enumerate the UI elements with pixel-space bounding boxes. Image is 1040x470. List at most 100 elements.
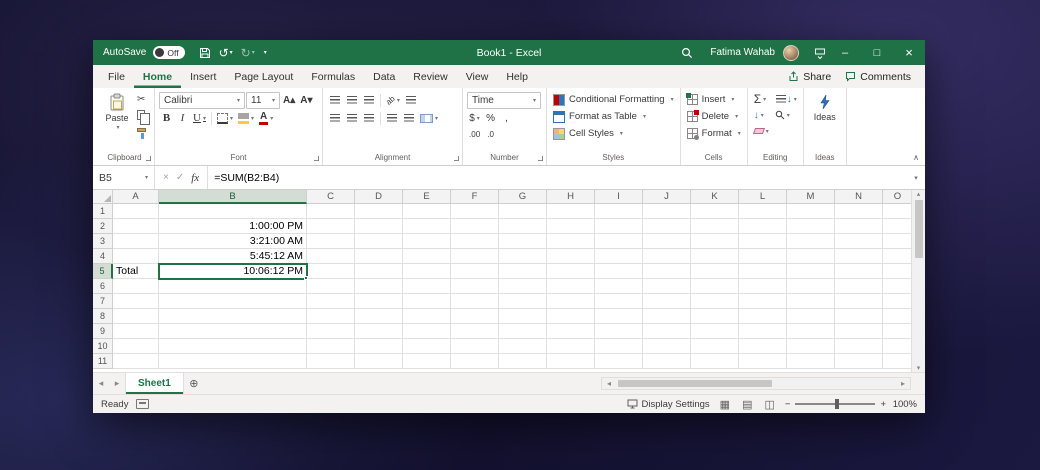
- undo-button[interactable]: ↺ ▾: [216, 46, 236, 60]
- delete-cells-button[interactable]: Delete: [685, 108, 740, 125]
- cell-A1[interactable]: [113, 204, 159, 219]
- tab-file[interactable]: File: [99, 65, 134, 88]
- scroll-left-icon[interactable]: ◂: [602, 379, 616, 388]
- cell-K4[interactable]: [691, 249, 739, 264]
- increase-decimal-button[interactable]: .00: [467, 126, 482, 142]
- cell-D3[interactable]: [355, 234, 403, 249]
- cell-E8[interactable]: [403, 309, 451, 324]
- cell-L10[interactable]: [739, 339, 787, 354]
- bottom-align-button[interactable]: [361, 92, 377, 108]
- column-header-D[interactable]: D: [355, 190, 403, 204]
- font-size-select[interactable]: 11: [246, 91, 281, 109]
- cell-I1[interactable]: [595, 204, 643, 219]
- cell-M11[interactable]: [787, 354, 835, 369]
- row-header-11[interactable]: 11: [93, 354, 113, 369]
- cell-K7[interactable]: [691, 294, 739, 309]
- font-dialog-launcher[interactable]: [314, 156, 320, 161]
- cell-O9[interactable]: [883, 324, 911, 339]
- comma-style-button[interactable]: ,: [499, 110, 514, 126]
- cell-O6[interactable]: [883, 279, 911, 294]
- cell-O11[interactable]: [883, 354, 911, 369]
- cell-C8[interactable]: [307, 309, 355, 324]
- cell-K8[interactable]: [691, 309, 739, 324]
- cell-G6[interactable]: [499, 279, 547, 294]
- enter-icon[interactable]: ✓: [176, 172, 184, 183]
- cell-C5[interactable]: [307, 264, 355, 279]
- horizontal-scrollbar[interactable]: ◂ ▸: [601, 377, 911, 390]
- borders-button[interactable]: [215, 110, 235, 126]
- column-header-G[interactable]: G: [499, 190, 547, 204]
- ribbon-display-options-button[interactable]: [811, 47, 829, 59]
- cell-I10[interactable]: [595, 339, 643, 354]
- row-header-7[interactable]: 7: [93, 294, 113, 309]
- zoom-out-button[interactable]: −: [785, 399, 791, 410]
- cell-M2[interactable]: [787, 219, 835, 234]
- cell-L8[interactable]: [739, 309, 787, 324]
- cell-E11[interactable]: [403, 354, 451, 369]
- scroll-down-icon[interactable]: ▾: [917, 364, 921, 372]
- cell-G9[interactable]: [499, 324, 547, 339]
- customize-quick-access-button[interactable]: ▾: [260, 49, 270, 56]
- cell-I5[interactable]: [595, 264, 643, 279]
- cell-J1[interactable]: [643, 204, 691, 219]
- row-header-2[interactable]: 2: [93, 219, 113, 234]
- cell-N8[interactable]: [835, 309, 883, 324]
- search-button[interactable]: [678, 47, 696, 59]
- column-header-H[interactable]: H: [547, 190, 595, 204]
- zoom-slider[interactable]: [795, 399, 876, 409]
- cell-K1[interactable]: [691, 204, 739, 219]
- percent-style-button[interactable]: %: [483, 110, 498, 126]
- cell-B8[interactable]: [159, 309, 307, 324]
- cell-C10[interactable]: [307, 339, 355, 354]
- sheet-nav-right-button[interactable]: ▸: [109, 373, 125, 394]
- wrap-text-button[interactable]: [403, 92, 419, 108]
- tab-help[interactable]: Help: [497, 65, 537, 88]
- column-header-N[interactable]: N: [835, 190, 883, 204]
- orientation-button[interactable]: ab: [384, 92, 402, 108]
- cell-F5[interactable]: [451, 264, 499, 279]
- cell-H11[interactable]: [547, 354, 595, 369]
- decrease-font-size-button[interactable]: A▾: [298, 92, 314, 108]
- align-left-button[interactable]: [327, 110, 343, 126]
- user-name[interactable]: Fatima Wahab: [710, 47, 775, 58]
- cell-I8[interactable]: [595, 309, 643, 324]
- close-button[interactable]: ×: [893, 40, 925, 65]
- cell-D8[interactable]: [355, 309, 403, 324]
- cell-L4[interactable]: [739, 249, 787, 264]
- cell-M9[interactable]: [787, 324, 835, 339]
- cell-J2[interactable]: [643, 219, 691, 234]
- cell-D11[interactable]: [355, 354, 403, 369]
- cell-O7[interactable]: [883, 294, 911, 309]
- cell-E4[interactable]: [403, 249, 451, 264]
- row-header-4[interactable]: 4: [93, 249, 113, 264]
- increase-font-size-button[interactable]: A▴: [281, 92, 297, 108]
- cell-B1[interactable]: [159, 204, 307, 219]
- cell-L6[interactable]: [739, 279, 787, 294]
- alignment-dialog-launcher[interactable]: [454, 156, 460, 161]
- merge-center-button[interactable]: [418, 110, 440, 126]
- cell-D6[interactable]: [355, 279, 403, 294]
- cell-G4[interactable]: [499, 249, 547, 264]
- cell-B3[interactable]: 3:21:00 AM: [159, 234, 307, 249]
- cell-B7[interactable]: [159, 294, 307, 309]
- tab-view[interactable]: View: [457, 65, 498, 88]
- row-header-8[interactable]: 8: [93, 309, 113, 324]
- cell-M6[interactable]: [787, 279, 835, 294]
- number-dialog-launcher[interactable]: [538, 156, 544, 161]
- horizontal-scrollbar-track[interactable]: [616, 378, 896, 389]
- cell-J5[interactable]: [643, 264, 691, 279]
- ideas-button[interactable]: Ideas: [808, 91, 842, 122]
- column-header-B[interactable]: B: [159, 190, 307, 204]
- cell-C7[interactable]: [307, 294, 355, 309]
- decrease-decimal-button[interactable]: .0: [483, 126, 498, 142]
- cut-button[interactable]: ✂: [137, 93, 150, 106]
- cell-O2[interactable]: [883, 219, 911, 234]
- cell-K9[interactable]: [691, 324, 739, 339]
- comments-button[interactable]: Comments: [845, 71, 911, 83]
- cell-G10[interactable]: [499, 339, 547, 354]
- cell-F8[interactable]: [451, 309, 499, 324]
- cell-I4[interactable]: [595, 249, 643, 264]
- cell-E7[interactable]: [403, 294, 451, 309]
- cell-H6[interactable]: [547, 279, 595, 294]
- paste-button[interactable]: Paste: [99, 91, 135, 131]
